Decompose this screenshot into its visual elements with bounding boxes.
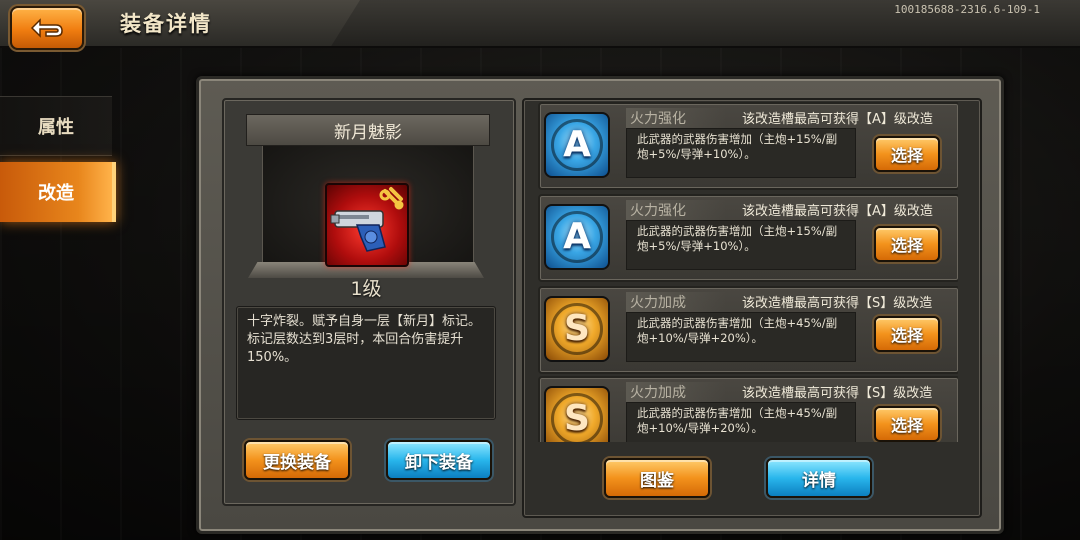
weapon-description: 十字炸裂。赋予自身一层【新月】标记。标记层数达到3层时，本回合伤害提升150%。 (236, 306, 496, 420)
unequip-button[interactable]: 卸下装备 (386, 440, 492, 480)
slot-description: 此武器的武器伤害增加（主炮+15%/副炮+5%/导弹+10%）。 (626, 128, 856, 178)
slot-hint: 该改造槽最高可获得【A】级改造 (742, 112, 933, 127)
change-equipment-label: 更换装备 (263, 452, 331, 473)
slot-hint: 该改造槽最高可获得【S】级改造 (742, 296, 933, 311)
slot-list[interactable]: A 火力强化 该改造槽最高可获得【A】级改造 此武器的武器伤害增加（主炮+15%… (538, 98, 958, 442)
slot-hint: 该改造槽最高可获得【S】级改造 (742, 386, 933, 401)
wrench-icon (379, 187, 404, 210)
slot-card: A 火力强化 该改造槽最高可获得【A】级改造 此武器的武器伤害增加（主炮+15%… (538, 102, 958, 190)
unequip-label: 卸下装备 (405, 452, 473, 473)
grade-a-badge-icon: A (544, 204, 610, 270)
slot-description: 此武器的武器伤害增加（主炮+15%/副炮+5%/导弹+10%）。 (626, 220, 856, 270)
details-label: 详情 (802, 470, 836, 491)
slot-type: 火力强化 (626, 108, 726, 128)
slot-description: 此武器的武器伤害增加（主炮+45%/副炮+10%/导弹+20%）。 (626, 402, 856, 442)
select-button[interactable]: 选择 (874, 226, 940, 262)
details-button[interactable]: 详情 (766, 458, 872, 498)
gun-icon (330, 187, 404, 252)
tab-attributes-label: 属性 (38, 117, 74, 138)
tab-modify-label: 改造 (38, 183, 74, 204)
slot-type: 火力加成 (626, 382, 726, 402)
weapon-name: 新月魅影 (246, 114, 490, 146)
grade-a-badge-icon: A (544, 112, 610, 178)
weapon-level: 1级 (350, 278, 382, 300)
codex-label: 图鉴 (640, 470, 674, 491)
build-id: 100185688-2316.6-109-1 (894, 3, 1040, 16)
tab-modify[interactable]: 改造 (0, 162, 116, 222)
change-equipment-button[interactable]: 更换装备 (244, 440, 350, 480)
select-button[interactable]: 选择 (874, 316, 940, 352)
slot-card: S 火力加成 该改造槽最高可获得【S】级改造 此武器的武器伤害增加（主炮+45%… (538, 376, 958, 442)
page-title: 装备详情 (120, 12, 212, 36)
grade-s-badge-icon: S (544, 296, 610, 362)
slot-card: A 火力强化 该改造槽最高可获得【A】级改造 此武器的武器伤害增加（主炮+15%… (538, 194, 958, 282)
slot-type: 火力强化 (626, 200, 726, 220)
tab-attributes[interactable]: 属性 (0, 96, 112, 156)
weapon-icon[interactable] (325, 183, 409, 267)
codex-button[interactable]: 图鉴 (604, 458, 710, 498)
slot-type: 火力加成 (626, 292, 726, 312)
back-arrow-icon (30, 18, 63, 38)
back-button[interactable] (10, 6, 84, 50)
select-button[interactable]: 选择 (874, 136, 940, 172)
slot-card: S 火力加成 该改造槽最高可获得【S】级改造 此武器的武器伤害增加（主炮+45%… (538, 286, 958, 374)
select-button[interactable]: 选择 (874, 406, 940, 442)
slot-hint: 该改造槽最高可获得【A】级改造 (742, 204, 933, 219)
slot-description: 此武器的武器伤害增加（主炮+45%/副炮+10%/导弹+20%）。 (626, 312, 856, 362)
grade-s-badge-icon: S (544, 386, 610, 442)
